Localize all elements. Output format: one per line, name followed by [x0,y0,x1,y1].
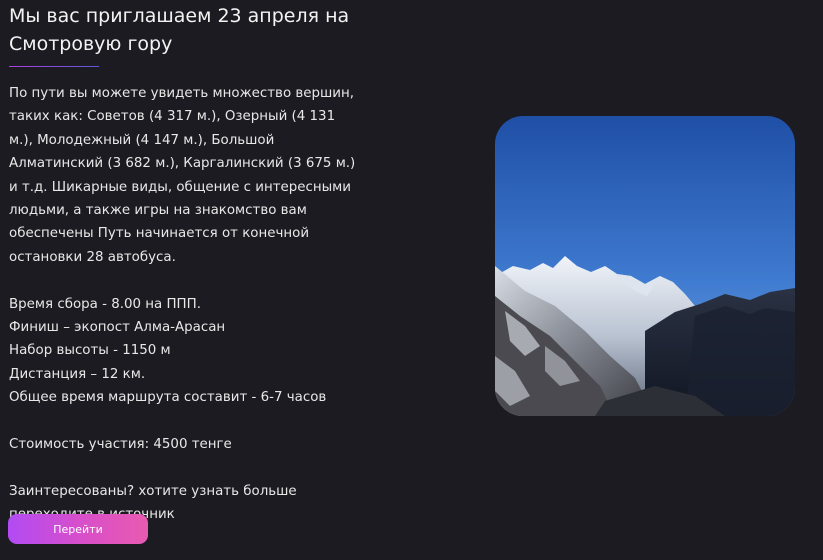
price-text: Стоимость участия: 4500 тенге [9,437,232,453]
detail-distance: Дистанция – 12 км. [9,366,146,382]
detail-gathering-time: Время сбора - 8.00 на ППП. [9,296,201,312]
detail-elevation-gain: Набор высоты - 1150 м [9,343,171,359]
event-description-block: По пути вы можете увидеть множество верш… [9,82,359,527]
detail-duration: Общее время маршрута составит - 6-7 часо… [9,390,327,406]
cta-text-line-1: Заинтересованы? хотите узнать больше [9,483,297,499]
detail-finish: Финиш – экопост Алма-Арасан [9,320,226,336]
mountain-photo [495,116,795,416]
title-divider [9,66,99,67]
event-page: Мы вас приглашаем 23 апреля на Смотровую… [0,0,823,560]
description-paragraph: По пути вы можете увидеть множество верш… [9,86,356,265]
page-title: Мы вас приглашаем 23 апреля на Смотровую… [9,5,350,55]
go-button[interactable]: Перейти [8,514,148,544]
